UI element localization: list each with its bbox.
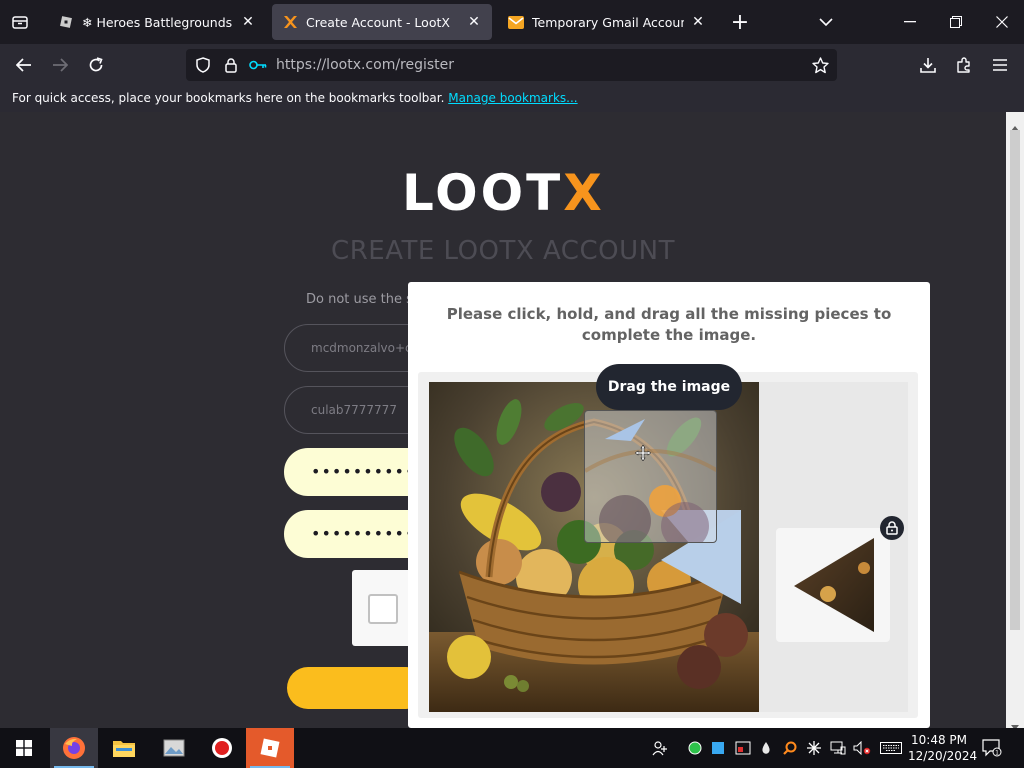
captcha-puzzle-area: Drag the image — [418, 364, 918, 718]
url-text[interactable]: https://lootx.com/register — [276, 49, 454, 81]
taskbar-recorder[interactable] — [198, 728, 246, 768]
status-green-icon[interactable] — [685, 738, 705, 758]
puzzle-image — [429, 382, 759, 712]
svg-text:1: 1 — [995, 750, 999, 757]
minimize-icon[interactable] — [898, 10, 922, 34]
extensions-icon[interactable] — [952, 53, 976, 77]
page-scrollbar[interactable] — [1006, 112, 1024, 730]
captcha-instruction: Please click, hold, and drag all the mis… — [446, 305, 892, 344]
lock-icon[interactable] — [880, 516, 904, 540]
tab-title: Create Account - LootX — [306, 14, 450, 30]
shield-icon[interactable] — [194, 56, 212, 74]
new-tab-icon[interactable]: + — [728, 10, 752, 35]
taskbar-file-explorer[interactable] — [100, 728, 148, 768]
system-clock[interactable]: 10:48 PM 12/20/2024 — [908, 732, 978, 764]
captcha-checkbox[interactable] — [368, 594, 398, 624]
bookmarks-hint: For quick access, place your bookmarks h… — [12, 91, 578, 105]
reload-icon[interactable] — [84, 53, 108, 77]
lootx-icon — [282, 14, 298, 30]
app-blue-icon[interactable] — [708, 738, 728, 758]
tab-title: Temporary Gmail Account | Gm — [532, 14, 684, 30]
download-icon[interactable] — [916, 53, 940, 77]
search-orange-icon[interactable] — [780, 738, 800, 758]
tab-heroes-battlegrounds[interactable]: ❄ Heroes Battlegrounds - Robl ✕ — [48, 4, 266, 40]
logo-text: LOOT — [402, 164, 564, 222]
drag-tooltip: Drag the image — [596, 364, 742, 410]
star-icon[interactable] — [810, 55, 830, 75]
tray-puzzle-piece[interactable] — [776, 528, 890, 642]
scroll-thumb[interactable] — [1010, 130, 1020, 630]
record-icon — [212, 738, 232, 758]
snowflake-icon[interactable] — [804, 738, 824, 758]
close-window-icon[interactable] — [990, 10, 1014, 34]
network-icon[interactable] — [828, 738, 848, 758]
list-all-tabs-icon[interactable] — [8, 10, 32, 34]
bookmarks-toolbar: For quick access, place your bookmarks h… — [0, 86, 1024, 112]
draggable-puzzle-piece[interactable] — [584, 410, 717, 543]
tab-title: ❄ Heroes Battlegrounds - Robl — [82, 14, 234, 30]
taskbar-firefox[interactable] — [50, 728, 98, 768]
firefox-icon — [63, 737, 85, 759]
captcha-modal: Please click, hold, and drag all the mis… — [408, 282, 930, 728]
captcha-widget — [352, 570, 412, 646]
start-button[interactable] — [0, 728, 48, 768]
folder-icon — [113, 741, 135, 757]
volume-muted-icon[interactable] — [852, 738, 872, 758]
tab-create-account-lootx[interactable]: Create Account - LootX ✕ — [272, 4, 492, 40]
chevron-down-icon[interactable] — [814, 10, 838, 34]
logo-accent: X — [563, 164, 605, 222]
url-bar[interactable]: https://lootx.com/register — [186, 49, 837, 81]
menu-icon[interactable] — [988, 53, 1012, 77]
people-icon[interactable] — [650, 738, 670, 758]
app-window-icon[interactable] — [733, 738, 753, 758]
create-account-button[interactable] — [287, 667, 427, 709]
page-title: CREATE LOOTX ACCOUNT — [331, 236, 675, 266]
taskbar-roblox[interactable] — [246, 728, 294, 768]
move-cursor-icon — [634, 444, 652, 462]
tab-temporary-gmail[interactable]: Temporary Gmail Account | Gm ✕ — [498, 4, 716, 40]
water-drop-icon[interactable] — [756, 738, 776, 758]
close-tab-icon[interactable]: ✕ — [466, 14, 482, 30]
close-tab-icon[interactable]: ✕ — [240, 14, 256, 30]
lock-icon[interactable] — [222, 56, 240, 74]
windows-icon — [16, 740, 32, 756]
roblox-icon — [58, 14, 74, 30]
warning-text: Do not use the sa — [306, 292, 421, 307]
bookmarks-message: For quick access, place your bookmarks h… — [12, 91, 445, 105]
page-content: LOOTX CREATE LOOTX ACCOUNT Do not use th… — [0, 112, 1006, 728]
clock-date: 12/20/2024 — [908, 749, 978, 763]
tab-bar: ❄ Heroes Battlegrounds - Robl ✕ Create A… — [0, 0, 1024, 44]
close-tab-icon[interactable]: ✕ — [690, 14, 706, 30]
windows-taskbar: 10:48 PM 12/20/2024 1 — [0, 728, 1024, 768]
taskbar-photos[interactable] — [150, 728, 198, 768]
roblox-icon — [260, 738, 280, 758]
back-icon[interactable] — [12, 53, 36, 77]
forward-icon[interactable] — [48, 53, 72, 77]
mail-icon — [508, 14, 524, 30]
lootx-logo[interactable]: LOOTX — [402, 164, 605, 224]
navigation-toolbar: https://lootx.com/register — [0, 44, 1024, 86]
restore-icon[interactable] — [944, 10, 968, 34]
photos-icon — [163, 739, 185, 757]
manage-bookmarks-link[interactable]: Manage bookmarks... — [448, 91, 577, 105]
notifications-icon[interactable]: 1 — [982, 738, 1002, 758]
clock-time: 10:48 PM — [911, 733, 967, 747]
key-icon[interactable] — [248, 56, 268, 74]
keyboard-icon[interactable] — [878, 738, 904, 758]
